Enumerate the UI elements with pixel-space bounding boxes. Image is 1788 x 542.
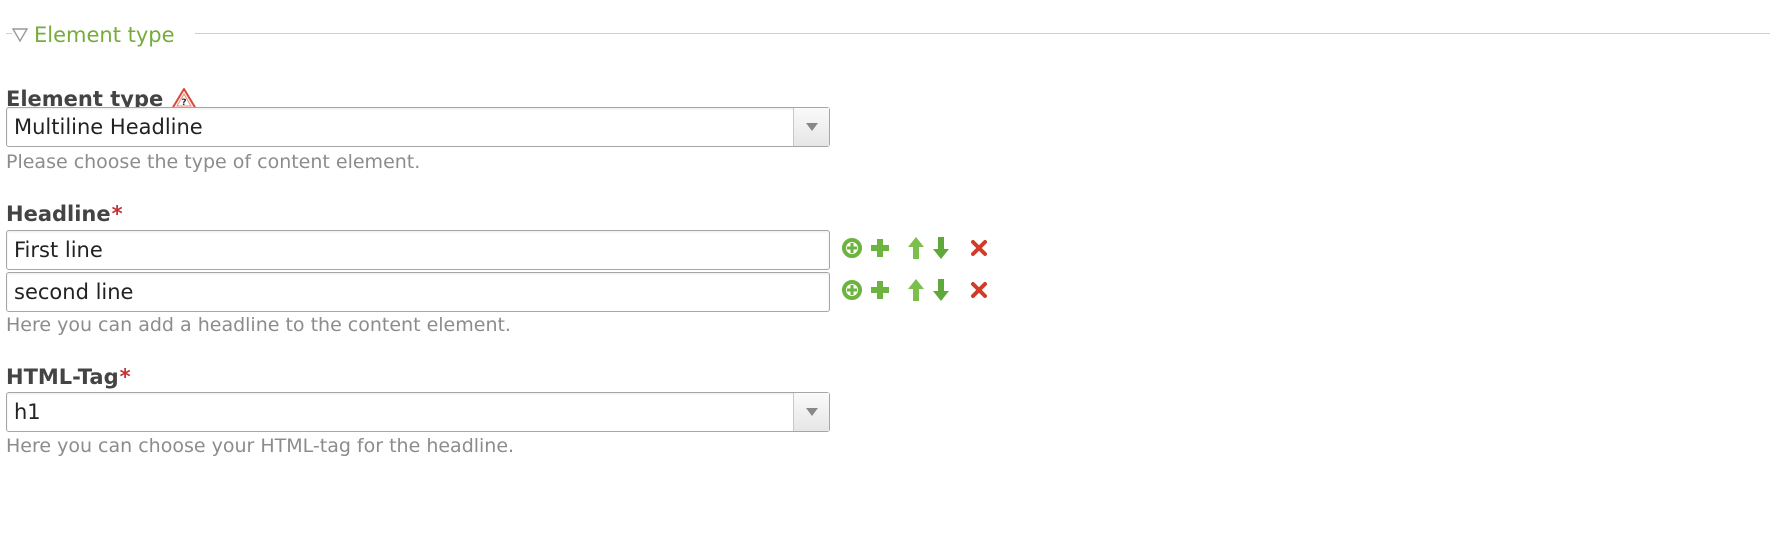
circle-plus-icon: [842, 280, 862, 300]
fieldset-legend-row: Element type: [0, 14, 1770, 50]
html-tag-select-arrow-button[interactable]: [793, 393, 829, 431]
headline-line-1-copy-button[interactable]: [840, 236, 864, 260]
required-asterisk: *: [119, 365, 131, 389]
headline-line-1-move-down-button[interactable]: [929, 236, 953, 260]
arrow-up-icon: [908, 279, 924, 301]
html-tag-label-text: HTML-Tag: [6, 365, 119, 389]
headline-line-2-delete-button[interactable]: [967, 278, 991, 302]
headline-line-1-add-button[interactable]: [868, 236, 892, 260]
arrow-down-icon: [933, 279, 949, 301]
delete-x-icon: [971, 240, 987, 256]
html-tag-label: HTML-Tag *: [6, 365, 131, 389]
circle-plus-icon: [842, 238, 862, 258]
headline-line-1-input[interactable]: [6, 230, 830, 270]
headline-line-2-move-up-button[interactable]: [904, 278, 928, 302]
plus-icon: [871, 239, 889, 257]
html-tag-select[interactable]: h1: [6, 392, 830, 432]
legend-title: Element type: [34, 23, 175, 47]
element-type-selected-value: Multiline Headline: [14, 115, 203, 139]
plus-icon: [871, 281, 889, 299]
headline-line-1-actions: [840, 236, 991, 260]
headline-label: Headline *: [6, 202, 123, 226]
headline-line-2-copy-button[interactable]: [840, 278, 864, 302]
arrow-up-icon: [908, 237, 924, 259]
headline-line-2-move-down-button[interactable]: [929, 278, 953, 302]
headline-line-1-delete-button[interactable]: [967, 236, 991, 260]
legend-divider-right: [195, 33, 1770, 34]
element-type-select[interactable]: Multiline Headline: [6, 107, 830, 147]
required-asterisk: *: [111, 202, 123, 226]
delete-x-icon: [971, 282, 987, 298]
triangle-down-outline-icon: [12, 28, 28, 42]
headline-line-2-actions: [840, 278, 991, 302]
element-type-select-arrow-button[interactable]: [793, 108, 829, 146]
legend-toggle[interactable]: Element type: [12, 22, 175, 48]
arrow-down-icon: [933, 237, 949, 259]
html-tag-help: Here you can choose your HTML-tag for th…: [6, 435, 515, 457]
headline-line-2-add-button[interactable]: [868, 278, 892, 302]
headline-line-1-move-up-button[interactable]: [904, 236, 928, 260]
element-type-help: Please choose the type of content elemen…: [6, 151, 421, 173]
headline-help: Here you can add a headline to the conte…: [6, 314, 511, 336]
html-tag-selected-value: h1: [14, 400, 41, 424]
chevron-down-icon: [805, 123, 818, 131]
chevron-down-icon: [805, 408, 818, 416]
headline-line-2-input[interactable]: [6, 272, 830, 312]
headline-label-text: Headline: [6, 202, 111, 226]
